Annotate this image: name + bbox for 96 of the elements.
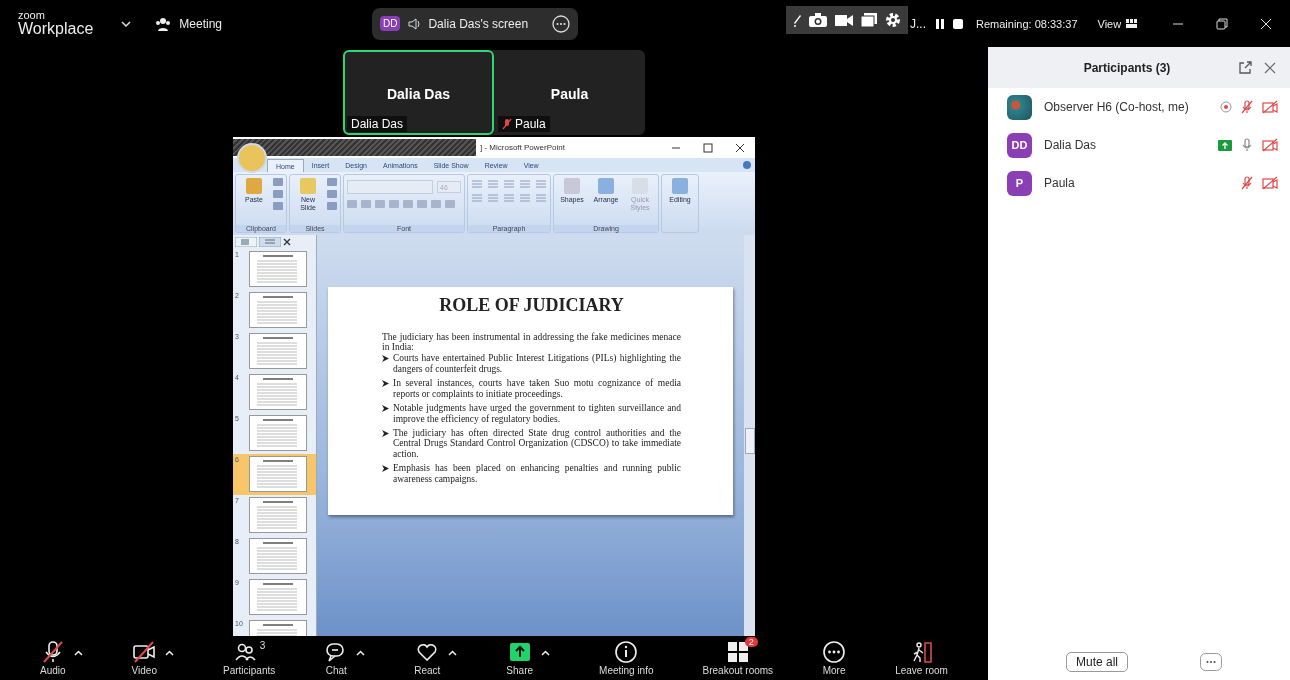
toolbar-button[interactable]: 3 Participants (223, 640, 276, 676)
slide-thumbnail[interactable] (249, 497, 307, 533)
more-icon (822, 640, 847, 664)
participant-name: Dalia Das (385, 86, 451, 102)
bullet-text: In several instances, courts have taken Suo motu cognizance of media reports or complaints to initiate proceedings. (393, 378, 681, 400)
bullet-arrow-icon (382, 465, 389, 473)
chevron-down-icon[interactable] (121, 20, 132, 27)
bullet-text: Notable judgments have urged the government to tighten surveillance and improve the efficiency of regulatory bodies. (393, 403, 681, 424)
close-icon[interactable] (735, 142, 745, 153)
slide-thumbnail[interactable] (249, 333, 307, 369)
slide-thumbnail[interactable] (249, 292, 307, 328)
bullet-arrow-icon (382, 430, 389, 437)
window-title: ] - Microsoft PowerPoint (480, 143, 565, 152)
participant-name: Dalia Das (1044, 138, 1098, 152)
view-button[interactable]: View (1097, 17, 1138, 30)
gear-icon[interactable] (884, 11, 902, 29)
bullet-text: The judiciary has often directed State drug control authorities and the Central Drugs Standard Control Organization (CDSCO) to take immediate action. (393, 428, 681, 460)
slide-thumbnail[interactable] (249, 538, 307, 574)
presenter-name: J... (910, 16, 926, 31)
panel-title: Participants (3) (1082, 60, 1172, 75)
toolbar-button[interactable]: 2 Breakout rooms (702, 640, 774, 676)
video-tile[interactable]: Paula Paula (494, 50, 645, 135)
participant-name: Observer H6 (Co-host, me) (1044, 100, 1190, 114)
restore-icon[interactable] (1216, 17, 1228, 30)
close-icon[interactable] (283, 238, 291, 246)
video-tile[interactable]: Dalia Das Dalia Das (343, 50, 494, 135)
toolbar-button[interactable]: Chat (324, 640, 349, 676)
share-title: Dalia Das's screen (428, 16, 530, 31)
camera-icon[interactable] (808, 12, 828, 28)
caret-icon[interactable] (448, 650, 458, 656)
video-camera-icon[interactable] (834, 13, 854, 27)
bullet-arrow-icon (382, 355, 389, 363)
font-name-field[interactable] (347, 180, 433, 194)
participant-row[interactable]: DD Dalia Das (988, 126, 1290, 164)
avatar-picture (1007, 94, 1032, 120)
participant-row[interactable]: Observer H6 (Co-host, me) (988, 88, 1290, 126)
info-icon (614, 640, 639, 664)
slide-thumbnail[interactable] (249, 251, 307, 287)
caret-icon[interactable] (541, 650, 551, 656)
avatar-initials: P (1007, 170, 1032, 196)
slide-thumbnail[interactable] (249, 579, 307, 615)
toolbar-button[interactable]: Leave room (895, 640, 948, 676)
participant-name: Paula (549, 86, 590, 102)
people-icon (155, 16, 172, 31)
participant-row[interactable]: P Paula (988, 164, 1290, 202)
grid-icon (1126, 19, 1138, 28)
video-off-icon[interactable] (1262, 100, 1278, 114)
meeting-button[interactable]: Meeting (155, 16, 222, 31)
muted-mic-icon[interactable] (1240, 176, 1254, 190)
mute-all-button[interactable]: Mute all (1066, 652, 1128, 672)
time-remaining: Remaining: 08:33:37 (976, 17, 1078, 30)
stop-icon[interactable] (952, 17, 964, 30)
toolbar-button[interactable]: Video (131, 640, 157, 676)
caret-icon[interactable] (73, 650, 83, 656)
grid-icon (725, 640, 750, 664)
slide-thumbnail[interactable] (249, 456, 307, 492)
muted-mic-icon[interactable] (1240, 100, 1254, 114)
pause-icon[interactable] (934, 17, 946, 30)
slide-title: ROLE OF JUDICIARY (438, 294, 625, 316)
caret-icon[interactable] (356, 650, 366, 656)
toolbar-button[interactable]: More (822, 640, 847, 676)
name-caption: Dalia Das (347, 116, 408, 132)
caret-icon[interactable] (165, 650, 174, 656)
scroll-thumb[interactable] (744, 427, 755, 454)
maximize-icon[interactable] (703, 142, 713, 153)
logo-text: Workplace (18, 21, 94, 37)
logo-text: zoom (18, 10, 46, 21)
participant-name: Paula (1044, 176, 1076, 190)
toolbar-button[interactable]: Share (506, 640, 534, 676)
windows-icon[interactable] (860, 12, 878, 28)
share-screen-icon (507, 640, 532, 664)
bullet-arrow-icon (382, 380, 389, 388)
toolbar-button[interactable]: Meeting info (599, 640, 654, 676)
avatar-initials: DD (380, 16, 401, 31)
toolbar-button[interactable]: Audio (40, 640, 66, 676)
avatar-initials: DD (1007, 132, 1032, 158)
name-caption: Paula (498, 116, 550, 132)
pen-icon[interactable] (792, 13, 802, 27)
bullet-text: Emphasis has been placed on enhancing penalties and running public awareness campaigns. (393, 463, 681, 485)
notification-badge: 2 (744, 637, 758, 647)
bullet-text: Courts have entertained Public Interest Litigations (PILs) highlighting the dangers of counterfeit drugs. (393, 353, 681, 375)
slides-tab-icon[interactable] (235, 237, 257, 247)
speaker-icon (408, 17, 421, 30)
microphone-icon[interactable] (1240, 138, 1254, 152)
slide-thumbnail[interactable] (249, 415, 307, 451)
scrollbar[interactable] (744, 235, 755, 636)
video-off-icon[interactable] (1262, 176, 1278, 190)
bullet-arrow-icon (382, 405, 389, 413)
slide-text: The judiciary has been instrumental in addressing the fake medicines menace in India: (382, 331, 681, 353)
slide-thumbnail[interactable] (249, 374, 307, 410)
participant-count: 3 (259, 640, 266, 651)
help-icon[interactable] (743, 161, 751, 169)
screen-share-pill[interactable]: DD Dalia Das's screen (372, 7, 578, 40)
pop-out-icon[interactable] (1238, 60, 1252, 75)
toolbar-button[interactable]: React (414, 640, 441, 676)
video-off-icon[interactable] (1262, 138, 1278, 152)
